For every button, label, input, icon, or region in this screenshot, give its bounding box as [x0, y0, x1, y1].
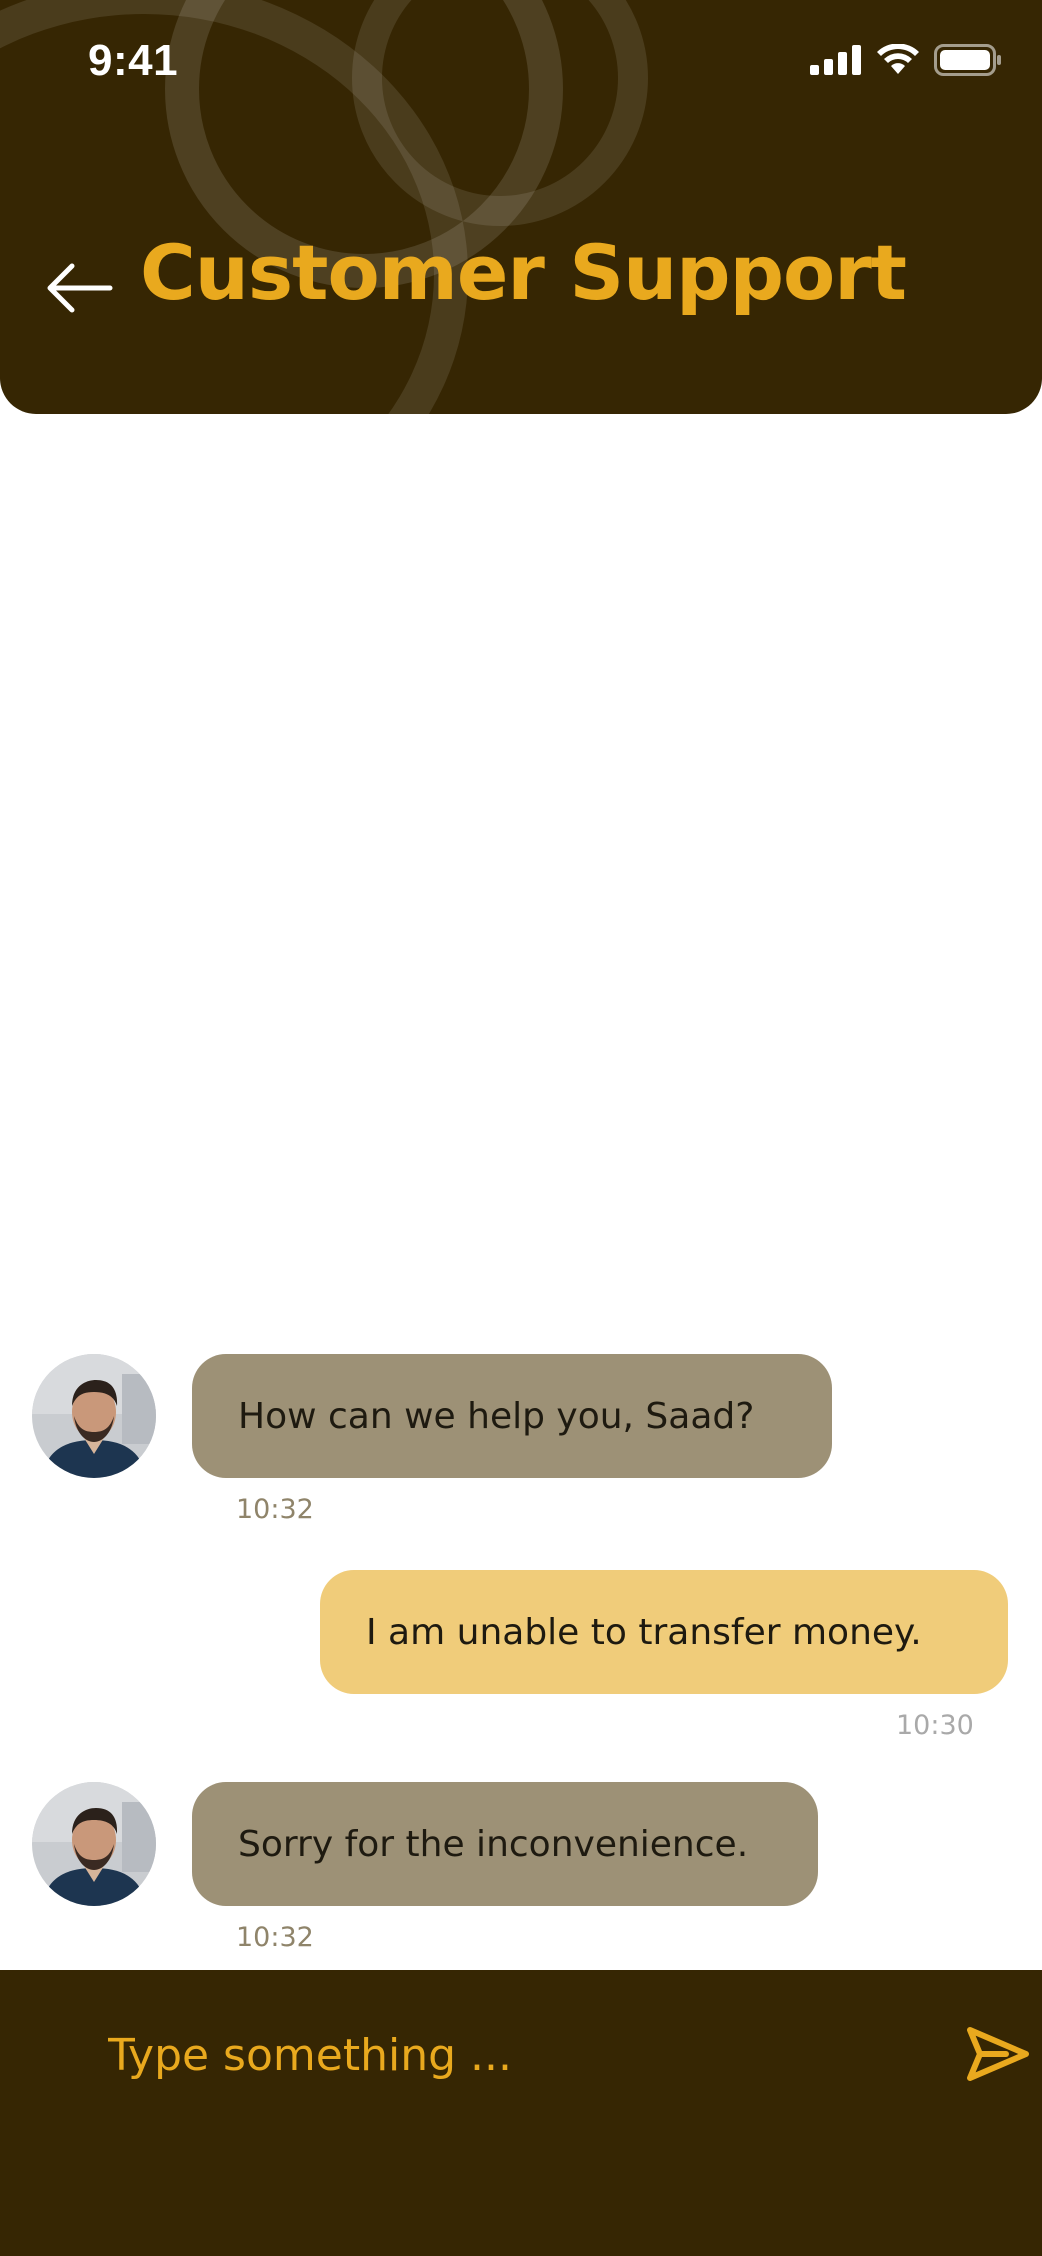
message-time: 10:30	[896, 1710, 974, 1741]
message-bubble-incoming: How can we help you, Saad?	[192, 1354, 832, 1478]
message-input[interactable]	[108, 2020, 928, 2090]
message-text: I am unable to transfer money.	[366, 1611, 922, 1653]
message-text: How can we help you, Saad?	[238, 1395, 755, 1437]
page-title: Customer Support	[140, 228, 907, 317]
message-time: 10:32	[236, 1494, 314, 1525]
header: 9:41 Customer Support	[0, 0, 1042, 568]
status-time: 9:41	[88, 36, 179, 85]
decorative-ring	[352, 0, 648, 226]
cellular-signal-icon	[810, 45, 861, 75]
send-icon	[967, 2027, 1029, 2081]
send-button[interactable]	[966, 2022, 1030, 2086]
arrow-left-icon	[47, 263, 113, 313]
message-composer	[0, 1970, 1042, 2256]
message-list: How can we help you, Saad? 10:32 I am un…	[0, 414, 1042, 1970]
avatar	[32, 1354, 156, 1478]
message-bubble-incoming: Sorry for the inconvenience.	[192, 1782, 818, 1906]
agent-avatar-image	[32, 1354, 156, 1478]
wifi-icon	[877, 44, 919, 74]
status-icons	[810, 44, 1002, 76]
message-text: Sorry for the inconvenience.	[238, 1823, 749, 1865]
agent-avatar-image	[32, 1782, 156, 1906]
battery-icon	[934, 44, 1001, 76]
chat-screen: 9:41 Customer Support How can we help yo…	[0, 0, 1042, 2256]
message-bubble-outgoing: I am unable to transfer money.	[320, 1570, 1008, 1694]
back-button[interactable]	[44, 262, 114, 314]
avatar	[32, 1782, 156, 1906]
message-time: 10:32	[236, 1922, 314, 1953]
